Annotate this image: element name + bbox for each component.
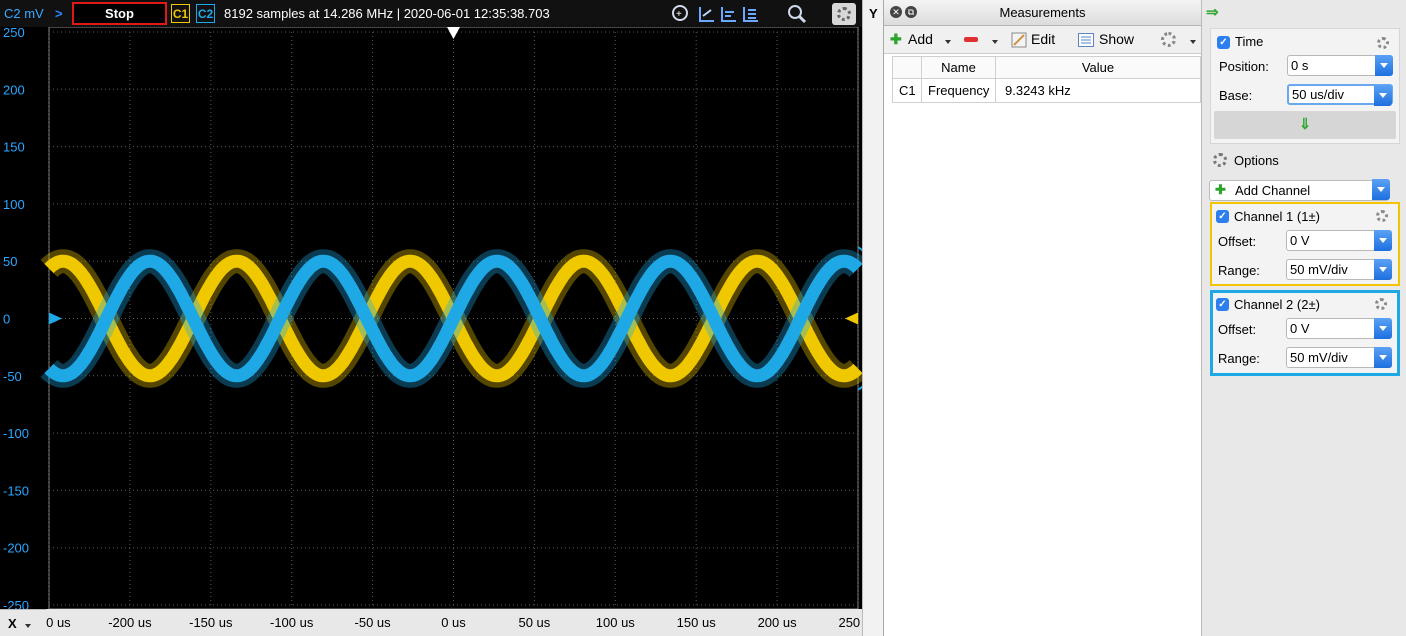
x-axis-button[interactable]: X <box>8 616 17 631</box>
x-tick-label: 150 us <box>677 615 717 630</box>
x-tick-label: -100 us <box>270 615 314 630</box>
cursor-tool-icon[interactable] <box>697 4 717 24</box>
gear-dropdown-icon[interactable] <box>1190 40 1196 44</box>
zoom-icon[interactable] <box>787 4 807 24</box>
y-tick-label: 0 <box>3 312 10 327</box>
measurements-table: Name Value C1 Frequency 9.3243 kHz <box>892 56 1201 103</box>
c2-channel-tag[interactable]: C2 <box>196 4 215 23</box>
zoom-fit-icon[interactable]: + <box>671 4 691 24</box>
row-value: 9.3243 kHz <box>995 78 1201 103</box>
time-gear-icon[interactable] <box>1377 37 1389 49</box>
row-name: Frequency <box>921 78 996 103</box>
y-unit-label[interactable]: C2 mV <box>4 6 44 21</box>
y-tick-label: -100 <box>3 426 29 441</box>
svg-text:+: + <box>676 9 682 20</box>
ch2-offset-select[interactable]: 0 V <box>1286 318 1392 339</box>
remove-measurement-button[interactable] <box>964 37 978 42</box>
x-tick-label: 200 us <box>758 615 798 630</box>
table-row[interactable]: C1 Frequency 9.3243 kHz <box>892 78 1201 103</box>
ch2-range-label: Range: <box>1218 351 1260 366</box>
channel-2-label: Channel 2 (2±) <box>1234 297 1320 312</box>
ch1-offset-select[interactable]: 0 V <box>1286 230 1392 251</box>
x-tick-label: -50 us <box>355 615 392 630</box>
remove-dropdown-icon[interactable] <box>992 40 998 44</box>
position-label: Position: <box>1219 59 1269 74</box>
column-header-value[interactable]: Value <box>995 56 1201 79</box>
column-header-name[interactable]: Name <box>921 56 996 79</box>
channel-2-checkbox[interactable]: ✓ <box>1216 298 1229 311</box>
show-button[interactable]: Show <box>1099 31 1134 47</box>
options-gear-icon <box>1213 153 1227 167</box>
c1-channel-tag[interactable]: C1 <box>171 4 190 23</box>
position-select[interactable]: 0 s <box>1287 55 1393 76</box>
add-measurement-button[interactable]: Add <box>908 31 933 47</box>
expand-arrow-icon[interactable]: > <box>55 6 63 21</box>
channel-2-gear-icon[interactable] <box>1375 298 1387 310</box>
options-label[interactable]: Options <box>1234 153 1279 168</box>
x-axis: -250 us -200 us -150 us -100 us -50 us 0 us 50… <box>27 609 862 636</box>
x-tick-label: -150 us <box>189 615 233 630</box>
y-tick-label: 250 <box>3 27 25 40</box>
show-icon <box>1078 33 1094 47</box>
settings-panel: ⇒ ✓ Time Position: 0 s Base: 50 us/div ⇓… <box>1201 0 1406 636</box>
acquisition-info: 8192 samples at 14.286 MHz | 2020-06-01 … <box>224 6 550 21</box>
stop-button[interactable]: Stop <box>72 2 167 25</box>
ch1-range-select[interactable]: 50 mV/div <box>1286 259 1392 280</box>
y-tick-label: -150 <box>3 483 29 498</box>
add-dropdown-icon[interactable] <box>945 40 951 44</box>
x-tick-label: 0 us <box>441 615 466 630</box>
x-tick-label: 100 us <box>596 615 636 630</box>
float-icon[interactable]: ⧉ <box>905 6 917 18</box>
measurements-gear-icon[interactable] <box>1161 32 1176 47</box>
base-select[interactable]: 50 us/div <box>1287 84 1393 106</box>
edit-button[interactable]: Edit <box>1031 31 1055 47</box>
scope-toolbar: C2 mV > Stop C1 C2 8192 samples at 14.28… <box>0 0 883 27</box>
time-label: Time <box>1235 34 1264 49</box>
marker-tool-icon[interactable] <box>741 4 761 24</box>
close-icon[interactable]: ✕ <box>890 6 902 18</box>
add-plus-icon: ✚ <box>890 31 902 47</box>
x-tick-label: 50 us <box>518 615 550 630</box>
measurements-panel: ✕ ⧉ Measurements ✚ Add Edit Show Name Va… <box>883 0 1201 636</box>
measurements-title: Measurements <box>999 5 1086 20</box>
y-axis-button[interactable]: Y <box>869 6 878 21</box>
y-tick-label: 100 <box>3 197 25 212</box>
x-tick-label: 250 us <box>838 615 862 630</box>
app-window: C2 mV > Stop C1 C2 8192 samples at 14.28… <box>0 0 1406 636</box>
y-tick-label: -200 <box>3 541 29 556</box>
base-label: Base: <box>1219 88 1253 103</box>
collapse-arrow-icon[interactable]: ⇒ <box>1206 3 1219 21</box>
y-axis-strip[interactable]: Y <box>862 0 883 636</box>
channel-2-section: ✓ Channel 2 (2±) Offset: 0 V Range: 50 m… <box>1210 290 1400 376</box>
time-checkbox[interactable]: ✓ <box>1217 36 1230 49</box>
time-section: ✓ Time Position: 0 s Base: 50 us/div ⇓ <box>1210 28 1400 144</box>
channel-1-checkbox[interactable]: ✓ <box>1216 210 1229 223</box>
apply-down-button[interactable]: ⇓ <box>1214 111 1396 139</box>
y-axis-ticks: 250200150100500-50-100-150-200-250 <box>3 27 29 613</box>
ch2-offset-label: Offset: <box>1218 322 1257 337</box>
measure-tool-icon[interactable] <box>719 4 739 24</box>
oscilloscope-view[interactable]: C2 mV > Stop C1 C2 8192 samples at 14.28… <box>0 0 883 636</box>
y-tick-label: -50 <box>3 369 22 384</box>
scope-plot[interactable]: 250200150100500-50-100-150-200-250 -250 … <box>0 27 862 636</box>
ch1-offset-label: Offset: <box>1218 234 1257 249</box>
x-tick-label: -200 us <box>108 615 152 630</box>
measurements-titlebar: ✕ ⧉ Measurements <box>884 0 1201 26</box>
channel-1-gear-icon[interactable] <box>1376 210 1388 222</box>
edit-icon <box>1011 32 1027 48</box>
y-tick-label: 150 <box>3 140 25 155</box>
channel-1-section: ✓ Channel 1 (1±) Offset: 0 V Range: 50 m… <box>1210 202 1400 286</box>
column-header-channel <box>892 56 922 79</box>
add-channel-plus-icon: ✚ <box>1215 182 1226 197</box>
y-tick-label: 200 <box>3 82 25 97</box>
scope-settings-gear-icon[interactable] <box>832 3 856 25</box>
measurements-toolbar: ✚ Add Edit Show <box>884 26 1201 54</box>
row-channel: C1 <box>892 78 922 103</box>
x-axis-dropdown-icon[interactable] <box>25 624 31 628</box>
add-channel-select[interactable]: ✚ Add Channel <box>1209 179 1390 201</box>
y-tick-label: 50 <box>3 254 17 269</box>
ch1-range-label: Range: <box>1218 263 1260 278</box>
ch2-range-select[interactable]: 50 mV/div <box>1286 347 1392 368</box>
channel-1-label: Channel 1 (1±) <box>1234 209 1320 224</box>
